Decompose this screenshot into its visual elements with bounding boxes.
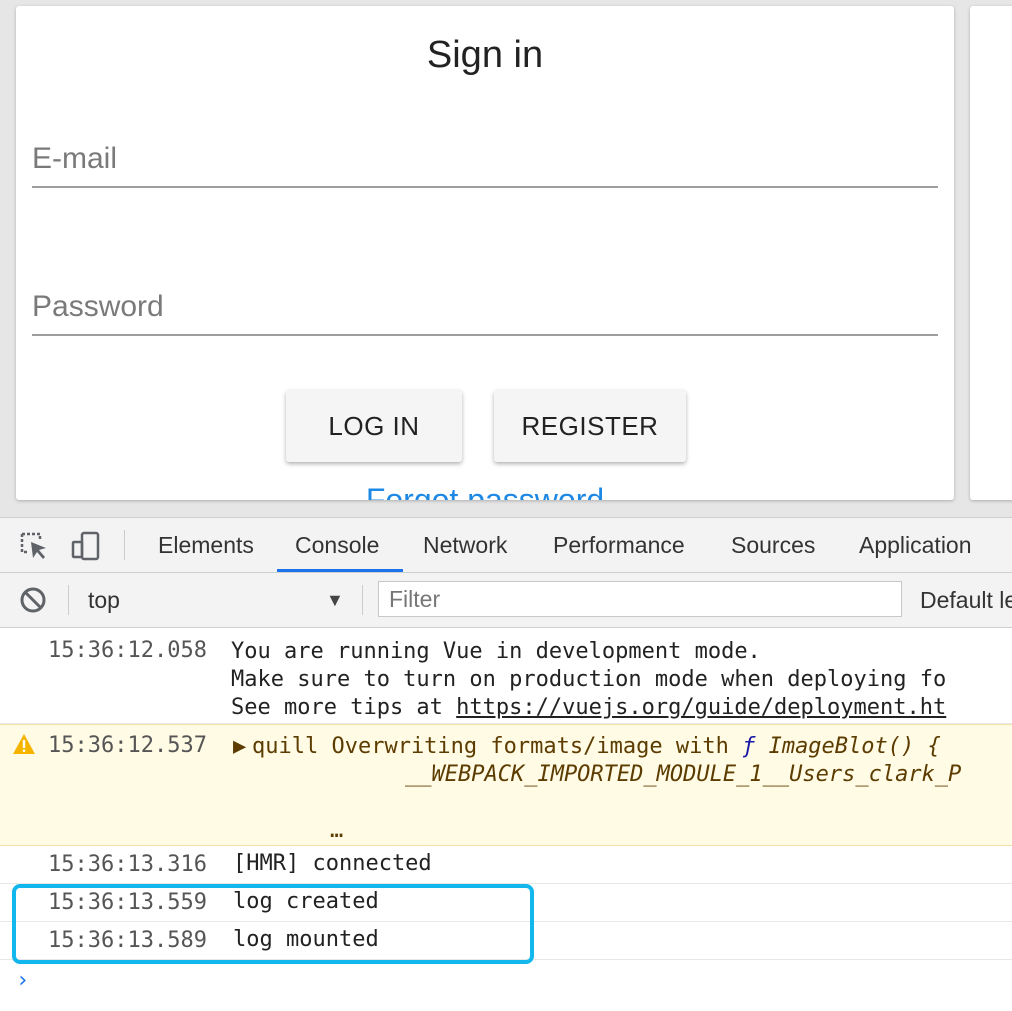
tab-sources[interactable]: Sources	[731, 518, 815, 572]
message-text: log created	[233, 889, 379, 914]
function-name: ImageBlot() {	[755, 734, 941, 759]
console-prompt-icon[interactable]: ›	[16, 968, 29, 993]
message-text: [HMR] connected	[233, 851, 432, 876]
devtools-panel: Elements Console Network Performance Sou…	[0, 517, 1012, 1011]
password-input[interactable]	[32, 290, 938, 324]
inspect-element-icon[interactable]	[18, 530, 50, 562]
forgot-password-link[interactable]: Forgot password	[16, 482, 954, 500]
tab-network[interactable]: Network	[423, 518, 507, 572]
toolbar-separator	[68, 585, 69, 615]
tab-console[interactable]: Console	[295, 518, 379, 572]
message-timestamp: 15:36:13.589	[48, 928, 207, 953]
tab-elements[interactable]: Elements	[158, 518, 254, 572]
message-timestamp: 15:36:12.537	[48, 733, 207, 758]
message-text: log mounted	[233, 927, 379, 952]
dropdown-arrow-icon[interactable]: ▼	[326, 573, 344, 627]
log-levels-dropdown[interactable]: Default le	[920, 573, 1012, 627]
deployment-link[interactable]: https://vuejs.org/guide/deployment.ht	[456, 695, 946, 720]
console-output: 15:36:12.058 You are running Vue in deve…	[0, 628, 1012, 1011]
message-timestamp: 15:36:12.058	[48, 638, 207, 663]
tab-performance[interactable]: Performance	[553, 518, 685, 572]
message-text-prefix: See more tips at	[231, 695, 457, 720]
toolbar-separator	[362, 585, 363, 615]
filter-box	[378, 581, 902, 617]
message-text: You are running Vue in development mode.	[231, 639, 761, 664]
console-warning-message: 15:36:12.537 ▶ quill Overwriting formats…	[0, 724, 1012, 846]
device-toolbar-icon[interactable]	[70, 530, 102, 562]
expand-triangle-icon[interactable]: ▶	[233, 733, 246, 761]
clear-console-icon[interactable]	[18, 585, 48, 615]
filter-input[interactable]	[379, 582, 901, 616]
console-message: 15:36:12.058 You are running Vue in deve…	[0, 628, 1012, 724]
tab-separator	[124, 530, 125, 560]
console-message: 15:36:13.316 [HMR] connected	[0, 846, 1012, 884]
password-field	[32, 274, 938, 336]
signin-title: Sign in	[426, 34, 544, 76]
ellipsis[interactable]: …	[330, 817, 343, 845]
console-toolbar: top ▼ Default le	[0, 573, 1012, 628]
secondary-card	[970, 6, 1012, 500]
message-text: See more tips at https://vuejs.org/guide…	[231, 694, 946, 722]
message-text: Make sure to turn on production mode whe…	[231, 667, 947, 692]
function-symbol: ƒ	[742, 734, 756, 759]
page-viewport: Sign in LOG IN REGISTER Forgot password	[0, 0, 1012, 517]
console-message: 15:36:13.589 log mounted	[0, 922, 1012, 960]
signin-card: Sign in LOG IN REGISTER Forgot password	[16, 6, 954, 500]
message-text: quill Overwriting formats/image with ƒ I…	[252, 733, 941, 761]
console-message: 15:36:13.559 log created	[0, 884, 1012, 922]
register-button[interactable]: REGISTER	[494, 390, 686, 462]
message-timestamp: 15:36:13.316	[48, 852, 207, 877]
email-field	[32, 126, 938, 188]
active-tab-indicator	[277, 569, 403, 572]
warning-text-prefix: quill Overwriting formats/image with	[252, 734, 743, 759]
email-input[interactable]	[32, 142, 938, 176]
tab-application[interactable]: Application	[859, 518, 972, 572]
context-selector[interactable]: top	[88, 573, 120, 627]
message-text: __WEBPACK_IMPORTED_MODULE_1__Users_clark…	[405, 762, 962, 787]
warning-icon	[13, 734, 35, 754]
login-button[interactable]: LOG IN	[286, 390, 462, 462]
message-timestamp: 15:36:13.559	[48, 890, 207, 915]
devtools-tabbar: Elements Console Network Performance Sou…	[0, 518, 1012, 573]
